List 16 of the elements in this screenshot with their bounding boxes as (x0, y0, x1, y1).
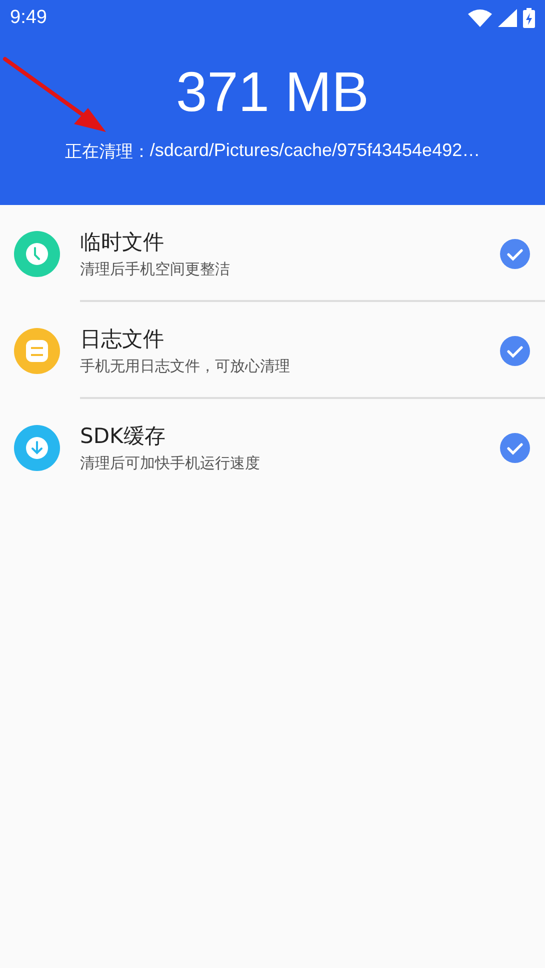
checkbox[interactable] (500, 238, 530, 268)
checkbox[interactable] (500, 336, 530, 366)
battery-icon (523, 8, 535, 28)
cleaning-path: /sdcard/Pictures/cache/975f43454e492… (150, 140, 480, 162)
size-text: 371 MB (176, 64, 369, 120)
wifi-icon (468, 9, 492, 27)
item-title: 日志文件 (80, 326, 164, 353)
signal-icon (498, 9, 517, 27)
item-title: SDK缓存 (80, 423, 166, 450)
checkbox[interactable] (500, 432, 530, 462)
item-description: 清理后手机空间更整洁 (80, 260, 230, 279)
status-time: 9:49 (10, 7, 47, 29)
cleaning-label: 正在清理： (64, 141, 150, 163)
item-description: 手机无用日志文件，可放心清理 (80, 357, 290, 376)
item-title: 临时文件 (80, 229, 164, 256)
item-description: 清理后可加快手机运行速度 (80, 454, 260, 473)
